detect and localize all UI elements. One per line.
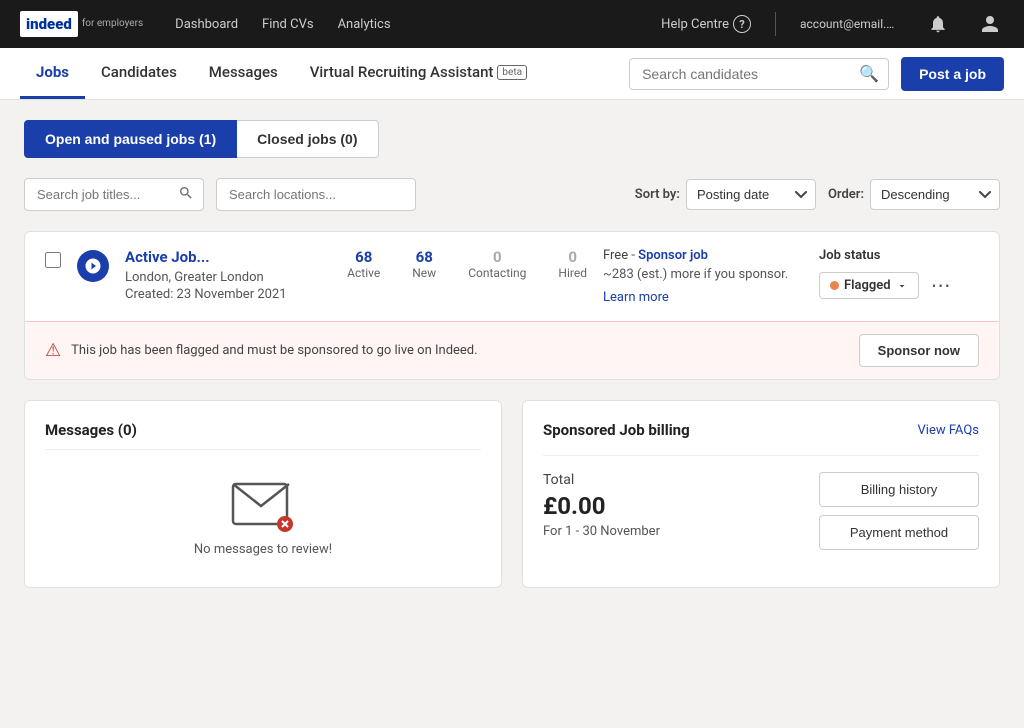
order-select[interactable]: Descending bbox=[870, 179, 1000, 210]
open-jobs-tab[interactable]: Open and paused jobs (1) bbox=[24, 120, 237, 158]
job-card-main: Active Job... London, Greater London Cre… bbox=[25, 232, 999, 321]
job-card: Active Job... London, Greater London Cre… bbox=[24, 231, 1000, 380]
job-status-area: Job status Flagged ⋯ bbox=[819, 248, 979, 300]
tab-messages[interactable]: Messages bbox=[193, 48, 294, 99]
billing-amount: £0.00 bbox=[543, 492, 799, 520]
sort-select[interactable]: Posting date bbox=[686, 179, 816, 210]
search-candidates-input[interactable] bbox=[629, 58, 889, 90]
billing-divider bbox=[543, 455, 979, 456]
filter-row: Sort by: Posting date Order: Descending bbox=[24, 178, 1000, 211]
flag-message: This job has been flagged and must be sp… bbox=[71, 343, 849, 358]
job-icon bbox=[77, 250, 109, 282]
billing-period: For 1 - 30 November bbox=[543, 524, 799, 539]
job-title[interactable]: Active Job... bbox=[125, 248, 311, 266]
closed-jobs-tab[interactable]: Closed jobs (0) bbox=[237, 120, 378, 158]
indeed-logo: indeed bbox=[20, 11, 78, 38]
messages-card: Messages (0) No messages to review! bbox=[24, 400, 502, 588]
billing-right: Billing history Payment method bbox=[819, 472, 979, 550]
logo-subtitle: for employers bbox=[82, 18, 143, 29]
search-bar-area: 🔍 Post a job bbox=[629, 57, 1004, 91]
help-icon: ? bbox=[733, 15, 751, 33]
stat-new: 68 New bbox=[412, 248, 436, 280]
job-stats: 68 Active 68 New 0 Contacting 0 Hired bbox=[347, 248, 587, 280]
nav-find-cvs[interactable]: Find CVs bbox=[262, 17, 314, 32]
tab-vra[interactable]: Virtual Recruiting Assistant beta bbox=[294, 48, 543, 99]
sponsor-free-text: Free - Sponsor job bbox=[603, 248, 803, 263]
job-title-search-input[interactable] bbox=[24, 178, 204, 211]
post-job-button[interactable]: Post a job bbox=[901, 57, 1004, 91]
stat-hired-label: Hired bbox=[558, 266, 587, 280]
job-location: London, Greater London bbox=[125, 270, 311, 285]
job-checkbox[interactable] bbox=[45, 252, 61, 268]
top-navigation: indeed for employers Dashboard Find CVs … bbox=[0, 0, 1024, 48]
jobs-tab-row: Open and paused jobs (1) Closed jobs (0) bbox=[24, 120, 1000, 158]
stat-contacting: 0 Contacting bbox=[468, 248, 526, 280]
more-options-button[interactable]: ⋯ bbox=[927, 271, 955, 300]
job-created: Created: 23 November 2021 bbox=[125, 287, 311, 302]
main-content: Open and paused jobs (1) Closed jobs (0)… bbox=[0, 100, 1024, 608]
stat-active: 68 Active bbox=[347, 248, 380, 280]
messages-title: Messages (0) bbox=[45, 421, 481, 450]
no-messages-text: No messages to review! bbox=[194, 542, 332, 557]
billing-left: Total £0.00 For 1 - 30 November bbox=[543, 472, 799, 555]
account-email: account@email.com bbox=[800, 17, 900, 31]
stat-contacting-value: 0 bbox=[468, 248, 526, 266]
title-search-icon bbox=[178, 185, 194, 205]
job-info: Active Job... London, Greater London Cre… bbox=[125, 248, 311, 304]
account-icon[interactable] bbox=[976, 10, 1004, 38]
order-wrap: Order: Descending bbox=[828, 179, 1000, 210]
stat-hired: 0 Hired bbox=[558, 248, 587, 280]
location-search-input[interactable] bbox=[216, 178, 416, 211]
search-candidates-wrap: 🔍 bbox=[629, 58, 889, 90]
sub-nav-tabs: Jobs Candidates Messages Virtual Recruit… bbox=[20, 48, 629, 99]
job-sponsor-area: Free - Sponsor job ~283 (est.) more if y… bbox=[603, 248, 803, 305]
billing-title: Sponsored Job billing bbox=[543, 421, 690, 439]
billing-card: Sponsored Job billing View FAQs Total £0… bbox=[522, 400, 1000, 588]
messages-empty: No messages to review! bbox=[45, 462, 481, 567]
stat-contacting-label: Contacting bbox=[468, 266, 526, 280]
job-title-search-wrap bbox=[24, 178, 204, 211]
nav-analytics[interactable]: Analytics bbox=[338, 17, 391, 32]
learn-more-link[interactable]: Learn more bbox=[603, 290, 669, 305]
stat-new-value[interactable]: 68 bbox=[412, 248, 436, 266]
sort-label: Sort by: bbox=[635, 187, 680, 202]
job-status-row: Flagged ⋯ bbox=[819, 271, 955, 300]
flag-icon: ⚠ bbox=[45, 340, 61, 361]
logo[interactable]: indeed for employers bbox=[20, 11, 143, 38]
status-value: Flagged bbox=[844, 278, 891, 293]
job-status-label: Job status bbox=[819, 248, 880, 263]
stat-active-label: Active bbox=[347, 266, 380, 280]
flag-banner: ⚠ This job has been flagged and must be … bbox=[25, 321, 999, 379]
stat-hired-value: 0 bbox=[558, 248, 587, 266]
billing-history-button[interactable]: Billing history bbox=[819, 472, 979, 507]
payment-method-button[interactable]: Payment method bbox=[819, 515, 979, 550]
nav-dashboard[interactable]: Dashboard bbox=[175, 17, 238, 32]
stat-active-value[interactable]: 68 bbox=[347, 248, 380, 266]
notifications-bell[interactable] bbox=[924, 10, 952, 38]
status-badge[interactable]: Flagged bbox=[819, 272, 919, 299]
billing-header: Sponsored Job billing View FAQs bbox=[543, 421, 979, 439]
beta-badge: beta bbox=[497, 65, 527, 80]
envelope-icon bbox=[231, 482, 295, 534]
nav-divider bbox=[775, 12, 776, 36]
bottom-row: Messages (0) No messages to review! bbox=[24, 400, 1000, 588]
order-label: Order: bbox=[828, 187, 864, 202]
sponsor-now-button[interactable]: Sponsor now bbox=[859, 334, 979, 367]
help-centre-link[interactable]: Help Centre ? bbox=[661, 15, 751, 33]
stat-new-label: New bbox=[412, 266, 436, 280]
sort-wrap: Sort by: Posting date bbox=[635, 179, 816, 210]
sponsor-estimate: ~283 (est.) more if you sponsor. bbox=[603, 267, 803, 282]
account-area: account@email.com bbox=[800, 17, 900, 31]
billing-content-row: Total £0.00 For 1 - 30 November Billing … bbox=[543, 472, 979, 555]
view-faqs-link[interactable]: View FAQs bbox=[918, 423, 980, 438]
status-dot bbox=[830, 281, 839, 290]
sub-navigation: Jobs Candidates Messages Virtual Recruit… bbox=[0, 48, 1024, 100]
tab-candidates[interactable]: Candidates bbox=[85, 48, 193, 99]
search-candidates-icon: 🔍 bbox=[859, 64, 879, 83]
sponsor-job-link[interactable]: Sponsor job bbox=[638, 248, 708, 263]
tab-jobs[interactable]: Jobs bbox=[20, 48, 85, 99]
billing-total-label: Total bbox=[543, 472, 799, 488]
